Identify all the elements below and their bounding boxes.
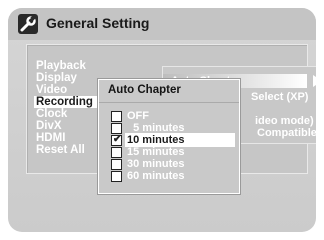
submenu-item-compatible[interactable]: Compatible	[257, 127, 316, 139]
auto-chapter-popup: Auto Chapter OFF 5 minutes ✔ 10 minutes …	[98, 79, 240, 194]
submenu-item-video-mode[interactable]: ideo mode)	[255, 115, 314, 127]
popup-title: Auto Chapter	[108, 84, 181, 96]
option-60-minutes[interactable]: 60 minutes	[99, 169, 239, 183]
title-bar: General Setting	[8, 8, 316, 40]
page-title: General Setting	[46, 15, 150, 31]
checkmark-icon: ✔	[113, 134, 122, 145]
popup-header: Auto Chapter	[99, 80, 239, 103]
submenu-item-select[interactable]: Select (XP)	[251, 91, 308, 103]
option-label: 60 minutes	[127, 170, 185, 182]
popup-options: OFF 5 minutes ✔ 10 minutes 15 minutes 30…	[99, 103, 239, 193]
checkbox[interactable]	[111, 171, 122, 182]
arrow-right-icon	[313, 75, 316, 87]
wrench-icon	[18, 14, 38, 34]
menu-item-playback[interactable]: Playback	[34, 60, 164, 72]
